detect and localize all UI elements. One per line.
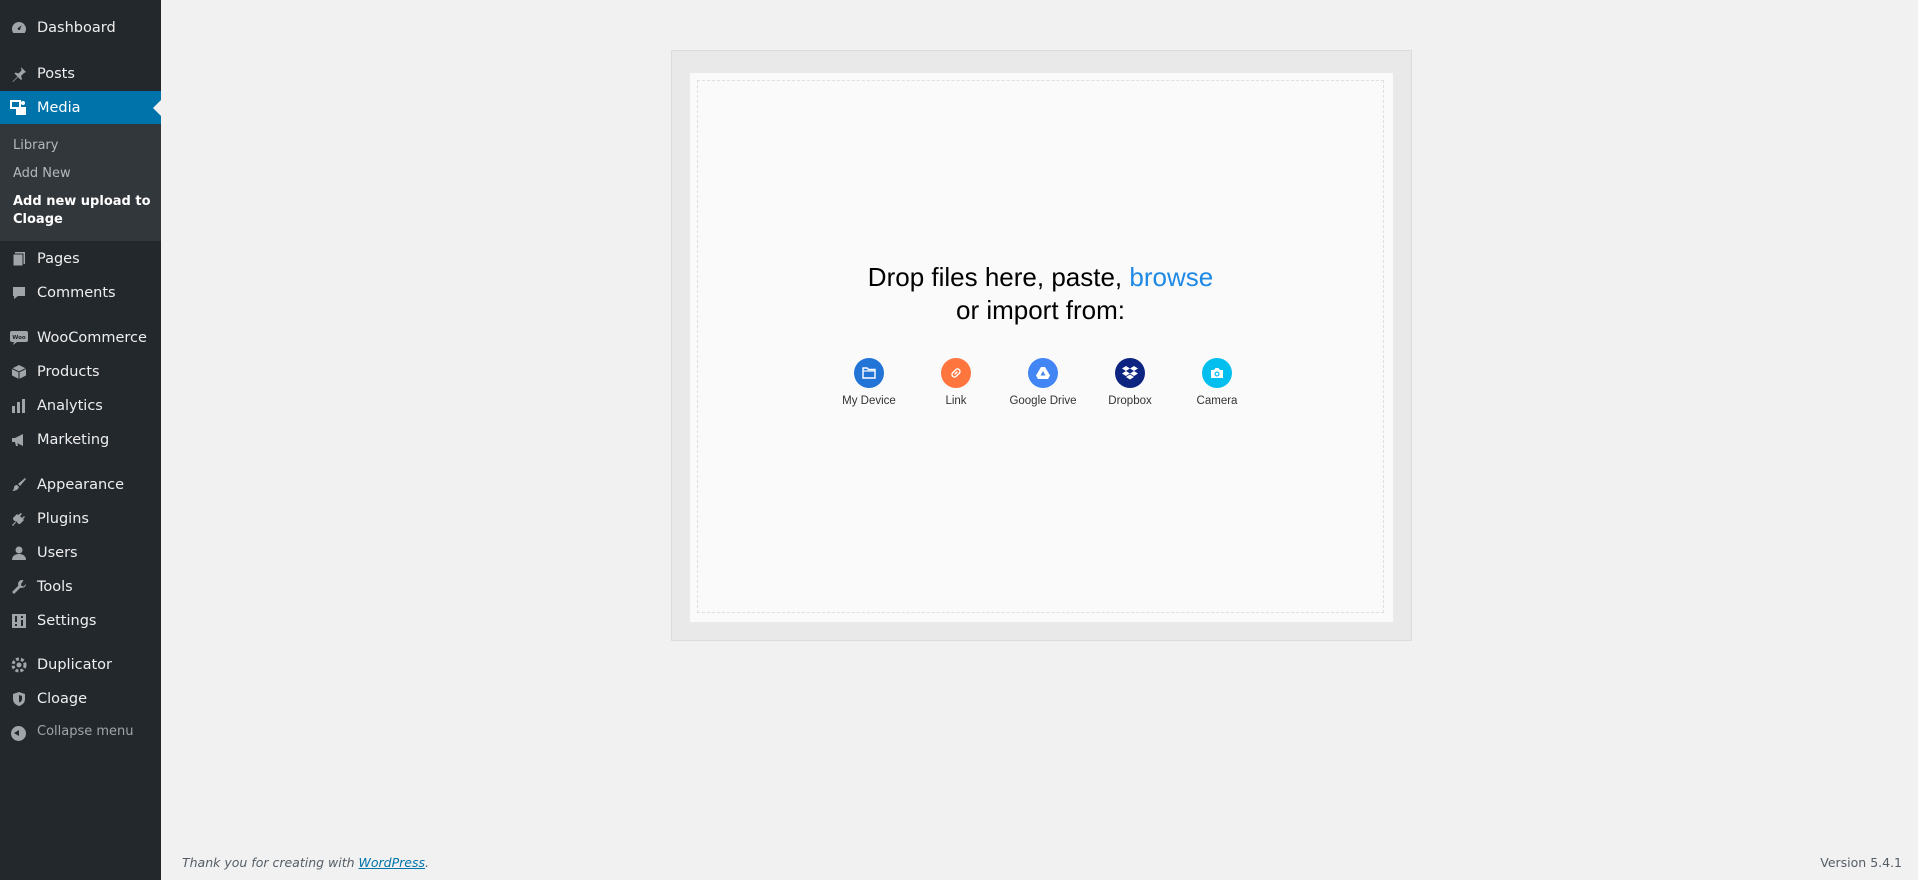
menu-label: Duplicator <box>37 657 112 673</box>
footer-version: Version 5.4.1 <box>1820 855 1902 870</box>
shield-icon <box>10 690 28 708</box>
woo-icon: Woo <box>10 329 28 347</box>
uploader-panel: Drop files here, paste, browse or import… <box>671 50 1412 641</box>
menu-cloage[interactable]: Cloage <box>0 682 161 716</box>
menu-label: Posts <box>37 66 75 82</box>
collapse-menu-button[interactable]: Collapse menu <box>0 720 161 746</box>
source-label: Dropbox <box>1108 395 1152 407</box>
menu-label: WooCommerce <box>37 330 147 346</box>
pages-icon <box>10 250 28 268</box>
menu-plugins[interactable]: Plugins <box>0 502 161 536</box>
source-link[interactable]: Link <box>911 358 1001 407</box>
source-google-drive[interactable]: Google Drive <box>998 358 1088 407</box>
menu-media[interactable]: Media <box>0 91 161 125</box>
source-label: Google Drive <box>1009 395 1077 407</box>
menu-posts[interactable]: Posts <box>0 57 161 91</box>
source-camera[interactable]: Camera <box>1172 358 1262 407</box>
menu-label: Pages <box>37 251 80 267</box>
menu-label: Users <box>37 545 78 561</box>
uploader-dashboard: Drop files here, paste, browse or import… <box>689 72 1394 623</box>
menu-label: Products <box>37 364 100 380</box>
footer-thanks-text: Thank you for creating with <box>182 855 359 870</box>
menu-label: Settings <box>37 613 97 629</box>
import-from-text: or import from: <box>955 295 1126 325</box>
box-icon <box>10 363 28 381</box>
source-label: My Device <box>842 395 896 407</box>
source-label: Camera <box>1196 395 1238 407</box>
dashboard-icon <box>10 19 28 37</box>
brush-icon <box>10 476 28 494</box>
menu-label: Media <box>37 100 81 116</box>
menu-label: Appearance <box>37 477 125 493</box>
megaphone-icon <box>10 431 28 449</box>
menu-dashboard[interactable]: Dashboard <box>0 11 161 45</box>
menu-appearance[interactable]: Appearance <box>0 468 161 502</box>
collapse-arrow-icon <box>11 726 26 741</box>
menu-duplicator[interactable]: Duplicator <box>0 648 161 682</box>
menu-pages[interactable]: Pages <box>0 242 161 276</box>
folder-icon <box>854 358 884 388</box>
browse-link[interactable]: browse <box>1129 262 1213 292</box>
menu-label: Dashboard <box>37 20 116 36</box>
menu-label: Analytics <box>37 398 103 414</box>
media-submenu: Library Add New Add new upload to Cloage <box>0 124 161 241</box>
admin-sidebar: Dashboard Posts Media Library Add New Ad… <box>0 0 161 880</box>
gear-icon <box>10 656 28 674</box>
source-my-device[interactable]: My Device <box>824 358 914 407</box>
submenu-add-new[interactable]: Add New <box>13 166 71 181</box>
wordpress-link[interactable]: WordPress <box>359 855 425 870</box>
menu-comments[interactable]: Comments <box>0 276 161 310</box>
media-icon <box>10 99 28 117</box>
source-dropbox[interactable]: Dropbox <box>1085 358 1175 407</box>
svg-text:Woo: Woo <box>12 335 26 341</box>
google-drive-icon <box>1028 358 1058 388</box>
menu-label: Cloage <box>37 691 88 707</box>
menu-products[interactable]: Products <box>0 355 161 389</box>
plug-icon <box>10 510 28 528</box>
menu-label: Tools <box>37 579 73 595</box>
collapse-menu-label: Collapse menu <box>37 724 134 739</box>
menu-marketing[interactable]: Marketing <box>0 423 161 457</box>
footer-period: . <box>425 855 429 870</box>
drop-text-prefix: Drop files here, paste, <box>867 262 1130 292</box>
submenu-library[interactable]: Library <box>13 138 58 153</box>
menu-users[interactable]: Users <box>0 536 161 570</box>
dropbox-icon <box>1115 358 1145 388</box>
link-icon <box>941 358 971 388</box>
drop-zone[interactable]: Drop files here, paste, browse or import… <box>697 80 1384 613</box>
menu-label: Marketing <box>37 432 110 448</box>
submenu-add-new-upload[interactable]: Add new upload to Cloage <box>13 193 153 229</box>
menu-woocommerce[interactable]: Woo WooCommerce <box>0 321 161 355</box>
camera-icon <box>1202 358 1232 388</box>
wrench-icon <box>10 578 28 596</box>
footer-thanks: Thank you for creating with WordPress. <box>182 855 429 870</box>
menu-tools[interactable]: Tools <box>0 570 161 604</box>
menu-settings[interactable]: Settings <box>0 604 161 638</box>
pin-icon <box>10 65 28 83</box>
drop-instructions: Drop files here, paste, browse or import… <box>698 261 1383 327</box>
user-icon <box>10 544 28 562</box>
menu-analytics[interactable]: Analytics <box>0 389 161 423</box>
comment-icon <box>10 284 28 302</box>
source-label: Link <box>945 395 967 407</box>
menu-label: Comments <box>37 285 116 301</box>
menu-label: Plugins <box>37 511 89 527</box>
settings-icon <box>10 612 28 630</box>
bar-chart-icon <box>10 397 28 415</box>
